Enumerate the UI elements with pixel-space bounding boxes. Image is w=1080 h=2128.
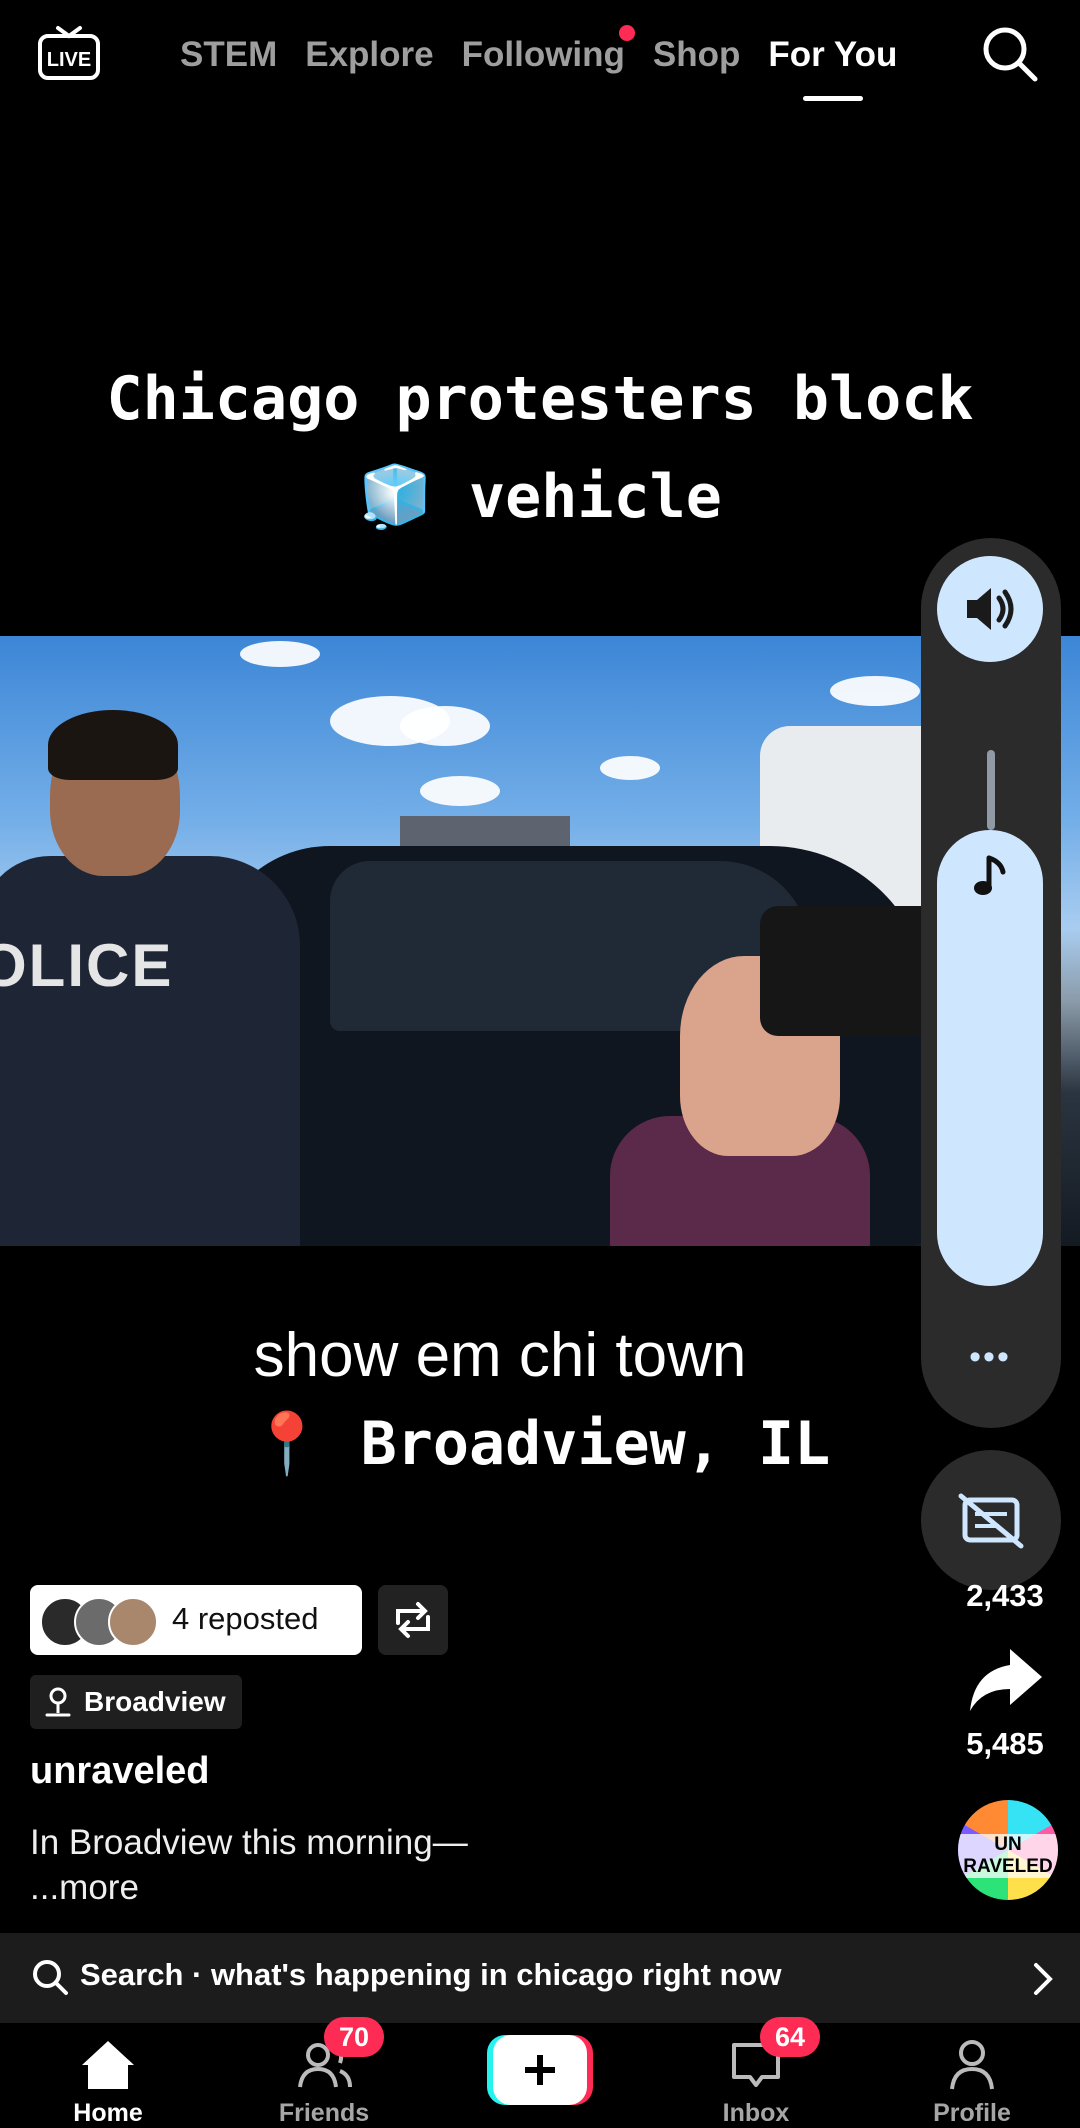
repost-button[interactable] [378, 1585, 448, 1655]
volume-button[interactable] [937, 556, 1043, 662]
video-headline: Chicago protesters block 🧊 vehicle [0, 350, 1080, 546]
engagement-count: 2,433 [966, 1578, 1044, 1613]
location-overlay: 📍 Broadview, IL [249, 1409, 831, 1479]
search-suggestion-bar[interactable]: Search · what's happening in chicago rig… [0, 1933, 1080, 2023]
tab-following-label: Following [461, 35, 625, 74]
location-tag[interactable]: Broadview [30, 1675, 242, 1729]
top-nav: LIVE STEM Explore Following Shop For You [0, 0, 1080, 110]
create-plus-button[interactable] [487, 2035, 593, 2105]
location-tag-label: Broadview [84, 1686, 226, 1717]
more-link[interactable]: ...more [30, 1868, 139, 1908]
nav-profile[interactable]: Profile [892, 2023, 1052, 2128]
search-icon [33, 1960, 68, 1995]
headline-line-1: Chicago protesters block [106, 364, 974, 434]
nav-inbox[interactable]: 64 Inbox [676, 2017, 836, 2128]
share-icon[interactable] [966, 1645, 1044, 1717]
live-icon[interactable]: LIVE [36, 22, 102, 82]
repost-icon [396, 1602, 430, 1638]
video-frame[interactable]: OLICE [0, 636, 1080, 1246]
search-suggestion-text: Search · what's happening in chicago rig… [80, 1957, 782, 1992]
nav-profile-label: Profile [933, 2099, 1011, 2127]
creator-avatar[interactable]: UN RAVELED [958, 1800, 1058, 1900]
volume-track[interactable] [987, 750, 995, 830]
music-note-icon [974, 855, 1006, 895]
creator-username[interactable]: unraveled [30, 1750, 210, 1793]
location-pin-icon [45, 1687, 71, 1717]
avatar-text: UN RAVELED [958, 1834, 1058, 1878]
tab-for-you[interactable]: For You [768, 35, 897, 101]
repost-avatar [108, 1597, 158, 1647]
repost-text: 4 reposted [172, 1601, 319, 1636]
nav-friends-label: Friends [278, 2099, 370, 2127]
feed-tabs: STEM Explore Following Shop For You [180, 25, 897, 101]
home-icon [82, 2041, 134, 2089]
nav-home[interactable]: Home [28, 2023, 188, 2128]
repost-pill[interactable]: 4 reposted [30, 1585, 362, 1655]
video-caption: show em chi town [253, 1321, 747, 1390]
svg-text:LIVE: LIVE [47, 49, 91, 71]
chevron-right-icon [1034, 1963, 1053, 1995]
headline-line-2: 🧊 vehicle [358, 462, 722, 532]
tab-explore[interactable]: Explore [305, 35, 433, 75]
post-description: In Broadview this morning— [30, 1823, 468, 1862]
search-icon[interactable] [980, 24, 1040, 84]
tab-shop[interactable]: Shop [653, 35, 740, 75]
officer-figure: OLICE [0, 676, 300, 1246]
notification-dot [618, 25, 635, 41]
bottom-nav: Home 70 Friends 64 Inbox Profile [0, 2017, 1080, 2128]
share-count: 5,485 [966, 1726, 1044, 1761]
inbox-badge: 64 [760, 2017, 820, 2057]
friends-badge: 70 [324, 2017, 384, 2057]
speaker-icon [967, 588, 1014, 630]
captions-off-button[interactable] [921, 1450, 1061, 1590]
profile-icon [950, 2040, 994, 2090]
captions-off-icon [958, 1493, 1024, 1549]
more-options-icon[interactable]: ••• [950, 1338, 1030, 1378]
nav-friends[interactable]: 70 Friends [244, 2017, 404, 2128]
tab-following[interactable]: Following [461, 25, 635, 75]
nav-home-label: Home [73, 2099, 143, 2127]
tab-stem[interactable]: STEM [180, 35, 277, 75]
nav-inbox-label: Inbox [722, 2099, 790, 2127]
vest-text: OLICE [0, 932, 174, 999]
